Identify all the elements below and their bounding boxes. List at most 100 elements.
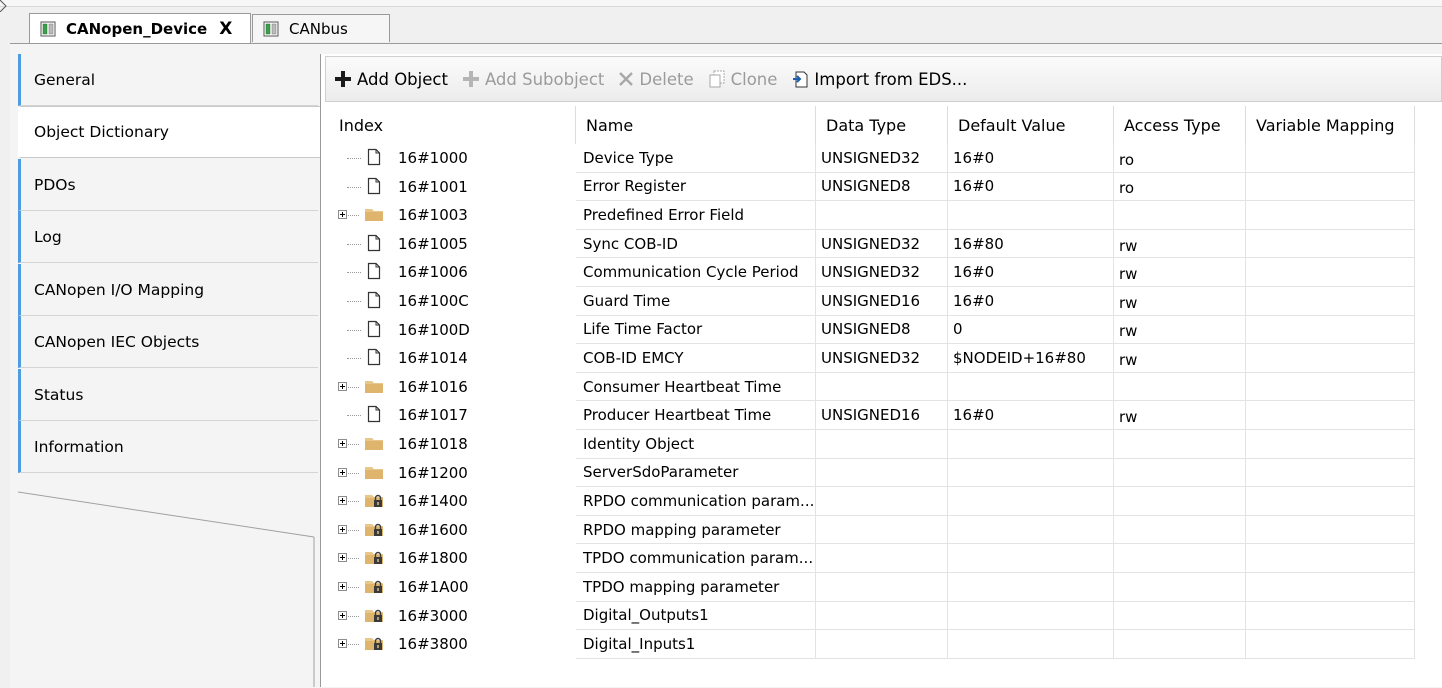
table-row[interactable]: 16#100C Guard Time UNSIGNED16 16#0 rw	[329, 287, 1415, 316]
name-value: Guard Time	[583, 291, 671, 310]
tree-connector	[347, 301, 361, 302]
data-type-cell	[816, 201, 948, 230]
default-value-value: 16#80	[953, 234, 1004, 253]
data-type-cell: UNSIGNED16	[816, 401, 948, 430]
column-header-access-type[interactable]: Access Type	[1114, 106, 1246, 144]
nav-item-canopen-i-o-mapping[interactable]: CANopen I/O Mapping	[18, 264, 318, 316]
add-subobject-button[interactable]: Add Subobject	[462, 70, 604, 89]
name-cell: Communication Cycle Period	[576, 258, 816, 287]
data-type-cell: UNSIGNED32	[816, 144, 948, 173]
data-type-cell: UNSIGNED32	[816, 229, 948, 259]
table-row[interactable]: 16#1001 Error Register UNSIGNED8 16#0 ro	[329, 172, 1415, 202]
name-cell: Guard Time	[576, 287, 816, 316]
nav-item-canopen-iec-objects[interactable]: CANopen IEC Objects	[18, 316, 318, 368]
variable-mapping-cell	[1246, 229, 1415, 259]
default-value-cell	[948, 544, 1114, 573]
add-object-button[interactable]: Add Object	[334, 70, 448, 89]
nav-item-general[interactable]: General	[18, 54, 318, 106]
table-row[interactable]: 16#1003 Predefined Error Field	[329, 201, 1415, 230]
expand-icon[interactable]	[338, 210, 347, 220]
column-header-default-value[interactable]: Default Value	[948, 106, 1114, 144]
clone-label: Clone	[730, 69, 778, 89]
table-row[interactable]: 16#3800 Digital_Inputs1	[329, 630, 1415, 659]
index-cell: 16#1018	[329, 430, 576, 459]
folder-icon	[365, 209, 383, 222]
variable-mapping-cell	[1246, 401, 1415, 430]
tab-canopen-device[interactable]: CANopen_Device X	[29, 13, 251, 43]
table-row[interactable]: 16#1000 Device Type UNSIGNED32 16#0 ro	[329, 144, 1415, 173]
column-header-data-type[interactable]: Data Type	[816, 106, 948, 144]
data-type-cell	[816, 458, 948, 488]
expand-icon[interactable]	[338, 496, 347, 506]
column-header-index[interactable]: Index	[329, 106, 576, 144]
default-value-cell	[948, 372, 1114, 402]
nav-item-information[interactable]: Information	[18, 421, 318, 473]
table-row[interactable]: 16#1014 COB-ID EMCY UNSIGNED32 $NODEID+16#8…	[329, 344, 1415, 373]
column-header-variable-mapping[interactable]: Variable Mapping	[1246, 106, 1415, 144]
table-row[interactable]: 16#1005 Sync COB-ID UNSIGNED32 16#80 rw	[329, 229, 1415, 259]
name-value: Consumer Heartbeat Time	[583, 377, 782, 396]
table-row[interactable]: 16#3000 Digital_Outputs1	[329, 601, 1415, 631]
expand-icon[interactable]	[338, 639, 347, 649]
name-cell: RPDO mapping parameter	[576, 515, 816, 545]
expand-icon[interactable]	[338, 524, 347, 534]
tab-label: CANbus	[289, 19, 348, 38]
table-row[interactable]: 16#1600 RPDO mapping parameter	[329, 515, 1415, 545]
default-value-cell: 16#0	[948, 172, 1114, 202]
import-from-eds-button[interactable]: Import from EDS...	[791, 70, 967, 89]
nav-item-object-dictionary[interactable]: Object Dictionary	[18, 106, 321, 158]
tree-connector	[347, 358, 361, 360]
nav-item-log[interactable]: Log	[18, 211, 318, 263]
tab-close-icon[interactable]: X	[219, 19, 232, 39]
variable-mapping-cell	[1246, 372, 1415, 402]
expand-icon[interactable]	[338, 610, 347, 620]
default-value-cell: 16#0	[948, 258, 1114, 287]
table-row[interactable]: 16#1006 Communication Cycle Period UNSIGNE…	[329, 258, 1415, 287]
access-type-cell	[1114, 515, 1246, 545]
expand-icon[interactable]	[338, 582, 347, 591]
expand-icon[interactable]	[338, 439, 347, 448]
index-value: 16#3000	[398, 606, 468, 625]
data-type-cell	[816, 515, 948, 545]
default-value-cell: 0	[948, 315, 1114, 345]
default-value-cell: 16#0	[948, 144, 1114, 173]
variable-mapping-cell	[1246, 573, 1415, 602]
table-row[interactable]: 16#1400 RPDO communication param...	[329, 487, 1415, 516]
table-row[interactable]: 16#1A00 TPDO mapping parameter	[329, 573, 1415, 602]
nav-item-pdos[interactable]: PDOs	[18, 159, 318, 211]
file-icon	[367, 349, 381, 366]
tree-connector	[348, 444, 359, 445]
table-row[interactable]: 16#1016 Consumer Heartbeat Time	[329, 372, 1415, 402]
nav-panel-bottom	[18, 475, 320, 687]
variable-mapping-cell	[1246, 344, 1415, 373]
tree-connector	[348, 501, 359, 503]
expand-icon[interactable]	[338, 381, 347, 391]
table-row[interactable]: 16#100D Life Time Factor UNSIGNED8 0 rw	[329, 315, 1415, 345]
access-type-cell	[1114, 573, 1246, 602]
index-value: 16#1001	[398, 177, 468, 196]
delete-button[interactable]: Delete	[618, 70, 694, 89]
table-row[interactable]: 16#1017 Producer Heartbeat Time UNSIGNED16…	[329, 401, 1415, 430]
variable-mapping-cell	[1246, 515, 1415, 545]
tree-connector	[348, 215, 359, 217]
index-value: 16#1014	[398, 349, 468, 368]
index-cell: 16#1006	[329, 258, 576, 287]
nav-item-label: CANopen IEC Objects	[34, 332, 200, 351]
table-row[interactable]: 16#1800 TPDO communication param...	[329, 544, 1415, 573]
table-row[interactable]: 16#1200 ServerSdoParameter	[329, 458, 1415, 488]
default-value-cell: 16#0	[948, 401, 1114, 430]
column-header-name[interactable]: Name	[576, 106, 816, 144]
default-value-cell	[948, 487, 1114, 516]
name-value: Life Time Factor	[583, 320, 703, 339]
data-type-value: UNSIGNED8	[821, 320, 911, 339]
tab-canbus[interactable]: CANbus	[252, 14, 390, 42]
clone-button[interactable]: Clone	[708, 69, 778, 89]
table-row[interactable]: 16#1018 Identity Object	[329, 430, 1415, 459]
variable-mapping-cell	[1246, 201, 1415, 230]
expand-icon[interactable]	[338, 467, 347, 477]
nav-item-label: Information	[34, 437, 124, 456]
expand-icon[interactable]	[338, 553, 347, 563]
nav-item-status[interactable]: Status	[18, 369, 318, 421]
name-value: Digital_Inputs1	[583, 634, 696, 653]
name-cell: TPDO communication param...	[576, 544, 816, 573]
